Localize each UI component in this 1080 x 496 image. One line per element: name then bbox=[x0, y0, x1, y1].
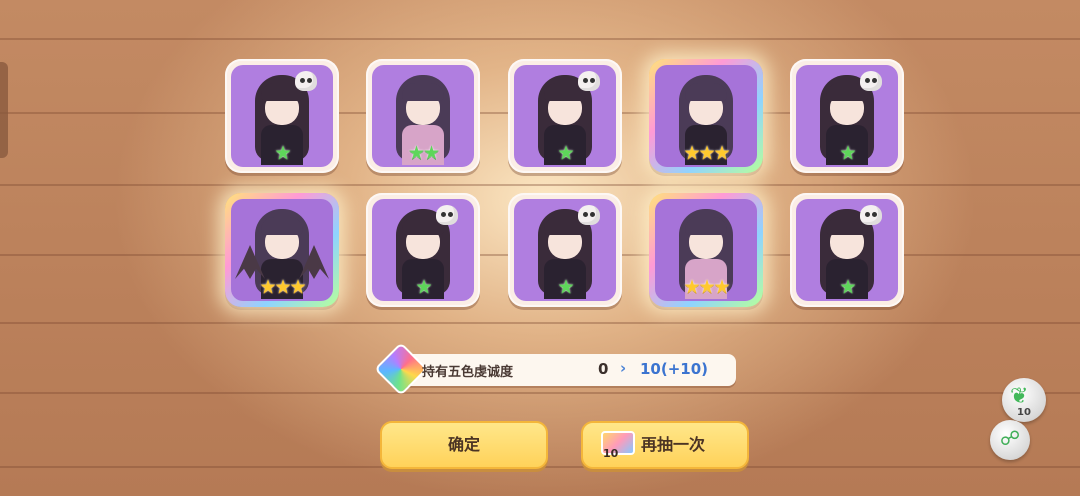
skull-icon bbox=[860, 71, 882, 91]
skull-icon bbox=[295, 71, 317, 91]
result-card-bat-wing-girl[interactable]: ★★★ bbox=[225, 193, 339, 307]
devotion-bar: 持有五色虔诚度 0 › 10(+10) bbox=[374, 342, 736, 396]
link-button[interactable]: ☍ bbox=[990, 420, 1030, 460]
star-rating: ★★ bbox=[407, 142, 440, 164]
chevron-right-icon: › bbox=[620, 359, 627, 377]
plank-line bbox=[0, 322, 1080, 324]
leaf-button[interactable]: ❦ 10 bbox=[1002, 378, 1046, 422]
skull-icon bbox=[436, 205, 458, 225]
skull-icon bbox=[578, 71, 600, 91]
star-rating: ★★★ bbox=[683, 142, 730, 164]
leaf-icon: ❦ bbox=[1010, 384, 1029, 409]
result-card-skull-girl[interactable]: ★ bbox=[508, 193, 622, 307]
draw-again-label: 再抽一次 bbox=[641, 435, 706, 454]
link-icon: ☍ bbox=[1000, 426, 1021, 450]
character-portrait: ★ bbox=[514, 199, 616, 301]
result-card-glasses-girl[interactable]: ★★★ bbox=[649, 193, 763, 307]
character-portrait: ★ bbox=[796, 65, 898, 167]
confirm-label: 确定 bbox=[447, 435, 480, 454]
star-rating: ★ bbox=[274, 142, 291, 164]
result-card-skull-girl[interactable]: ★ bbox=[225, 59, 339, 173]
draw-again-button[interactable]: 10 再抽一次 bbox=[581, 421, 749, 469]
devotion-to: 10(+10) bbox=[640, 360, 709, 378]
leaf-count: 10 bbox=[1017, 407, 1031, 418]
character-portrait: ★ bbox=[514, 65, 616, 167]
character-bangs bbox=[685, 217, 727, 235]
result-card-maid-girl[interactable]: ★★ bbox=[366, 59, 480, 173]
devotion-label: 持有五色虔诚度 bbox=[422, 365, 514, 380]
devotion-from: 0 bbox=[598, 360, 609, 378]
star-rating: ★ bbox=[557, 276, 574, 298]
result-card-skull-girl[interactable]: ★ bbox=[790, 59, 904, 173]
plank-line bbox=[0, 392, 1080, 394]
character-bangs bbox=[402, 83, 444, 101]
character-portrait: ★★ bbox=[372, 65, 474, 167]
ticket-count: 10 bbox=[603, 447, 619, 460]
star-rating: ★ bbox=[839, 142, 856, 164]
character-portrait: ★★★ bbox=[231, 199, 333, 301]
star-rating: ★ bbox=[557, 142, 574, 164]
result-card-skull-girl[interactable]: ★ bbox=[508, 59, 622, 173]
result-card-masked-girl[interactable]: ★★★ bbox=[649, 59, 763, 173]
skull-icon bbox=[860, 205, 882, 225]
character-portrait: ★★★ bbox=[655, 199, 757, 301]
star-rating: ★ bbox=[839, 276, 856, 298]
character-portrait: ★ bbox=[231, 65, 333, 167]
character-bangs bbox=[685, 83, 727, 101]
star-rating: ★ bbox=[415, 276, 432, 298]
result-card-skull-girl[interactable]: ★ bbox=[790, 193, 904, 307]
character-portrait: ★ bbox=[796, 199, 898, 301]
character-portrait: ★ bbox=[372, 199, 474, 301]
confirm-button[interactable]: 确定 bbox=[380, 421, 548, 469]
character-bangs bbox=[261, 217, 303, 235]
skull-icon bbox=[578, 205, 600, 225]
character-portrait: ★★★ bbox=[655, 65, 757, 167]
result-card-skull-girl[interactable]: ★ bbox=[366, 193, 480, 307]
star-rating: ★★★ bbox=[259, 276, 306, 298]
star-rating: ★★★ bbox=[683, 276, 730, 298]
result-grid: ★ ★★ ★ ★★★ ★ ★★★ ★ ★ ★★★ ★ bbox=[0, 0, 1080, 320]
